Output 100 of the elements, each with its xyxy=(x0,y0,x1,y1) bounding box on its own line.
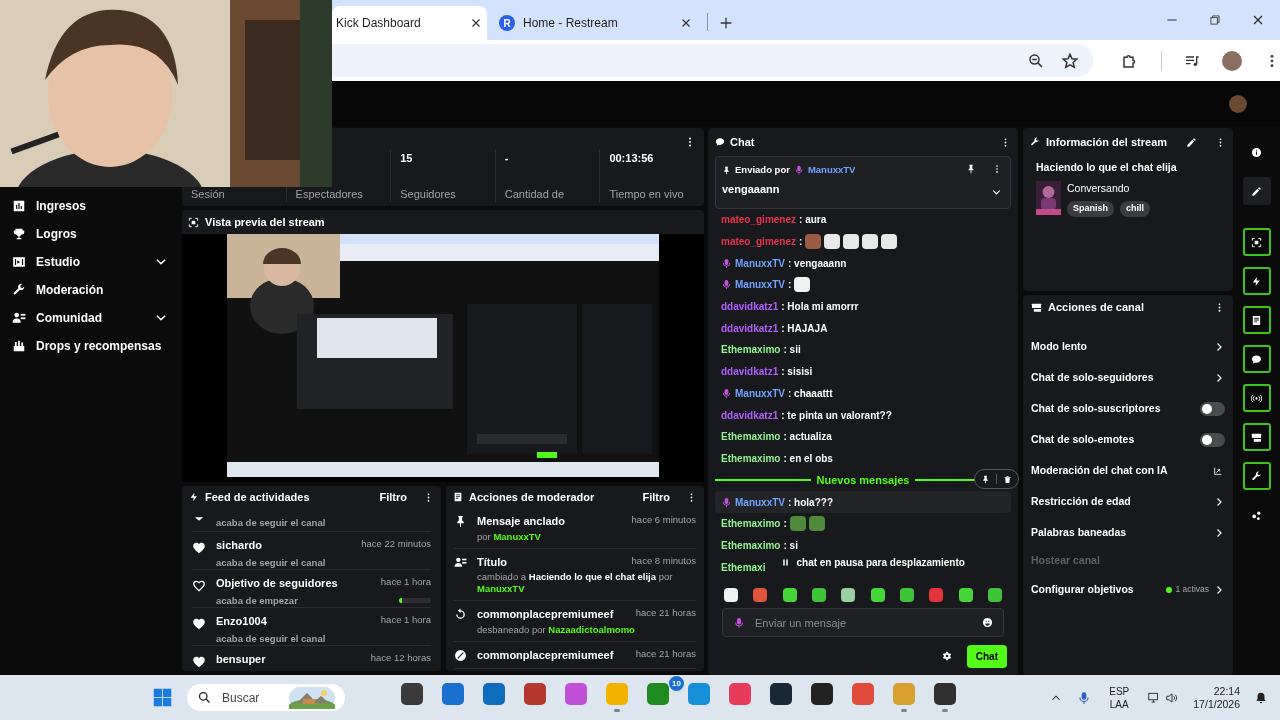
chat-message[interactable]: Ethemaximo : sii xyxy=(715,339,1011,361)
message-input[interactable]: Enviar un mensaje xyxy=(755,612,972,633)
browser-tab[interactable]: R Home - Restream xyxy=(487,6,705,40)
emote-icon[interactable] xyxy=(987,588,1002,602)
star-icon[interactable] xyxy=(1061,51,1079,70)
app-icon[interactable] xyxy=(811,683,833,705)
chat-message[interactable]: Ethemaximo : actualiza xyxy=(715,425,1011,448)
sidebar-button[interactable] xyxy=(1242,345,1271,373)
message-field[interactable]: Enviar un mensaje xyxy=(722,608,1004,637)
send-button[interactable]: Chat xyxy=(966,644,1007,668)
app-icon[interactable] xyxy=(770,683,792,705)
panel-title: Chat xyxy=(730,134,756,150)
chat-message[interactable]: ddavidkatz1 : sisisi xyxy=(715,360,1011,383)
avatar[interactable] xyxy=(1222,50,1242,71)
chat-message[interactable]: ManuxxTV : chaaattt xyxy=(715,382,1011,405)
emoji-icon[interactable] xyxy=(982,617,993,628)
chat-message[interactable]: ddavidkatz1 : te pinta un valorant?? xyxy=(715,404,1011,426)
chat-message[interactable]: mateo_gimenez : xyxy=(715,230,1011,253)
nav-item[interactable]: Ingresos xyxy=(12,192,168,220)
chat-message[interactable]: ddavidkatz1 : HAJAJA xyxy=(715,317,1011,340)
channel-action[interactable]: Modo lento xyxy=(1031,331,1225,362)
emote-icon[interactable] xyxy=(812,588,826,602)
app-icon[interactable] xyxy=(401,683,423,705)
pin-icon[interactable] xyxy=(981,474,990,484)
edit-icon[interactable] xyxy=(1186,136,1197,148)
delete-icon[interactable] xyxy=(1003,474,1012,484)
sidebar-button[interactable] xyxy=(1242,423,1271,451)
feed-subtitle: acaba de seguir el canal xyxy=(216,631,326,646)
emote-icon[interactable] xyxy=(753,588,768,602)
bell-icon[interactable] xyxy=(1254,690,1268,705)
username-link[interactable]: Nazaadictoalmomo xyxy=(548,623,635,635)
chat-message[interactable]: ddavidkatz1 : Hola mi amorrr xyxy=(715,295,1011,318)
feed-title: Objetivo de seguidores xyxy=(216,576,338,591)
emote-icon[interactable] xyxy=(870,588,885,602)
nav-item[interactable]: Logros xyxy=(12,220,168,248)
filter-button[interactable]: Filtro xyxy=(379,488,407,506)
emote-icon[interactable] xyxy=(958,588,973,602)
language-indicator[interactable]: ESP LAA xyxy=(1105,684,1134,711)
feed-subtitle: acaba de seguir el canal xyxy=(216,555,326,570)
start-icon[interactable] xyxy=(152,687,173,708)
restore-icon[interactable] xyxy=(1208,13,1222,27)
microphone-icon[interactable] xyxy=(1077,690,1092,705)
edit-icon xyxy=(1251,185,1262,197)
emote-icon[interactable] xyxy=(782,588,797,602)
heart-icon xyxy=(192,655,206,669)
sidebar-button[interactable] xyxy=(1242,228,1271,256)
app-icon[interactable] xyxy=(934,683,956,705)
notification-badge: 10 xyxy=(669,676,684,691)
chat-message[interactable]: ManuxxTV : hola??? xyxy=(715,491,1011,513)
chat-message[interactable]: ManuxxTV : vengaaann xyxy=(715,252,1011,275)
nav-item[interactable]: Estudio xyxy=(12,248,168,276)
avatar[interactable] xyxy=(1229,94,1247,113)
tag[interactable]: Spanish xyxy=(1067,200,1114,217)
chat-message[interactable]: Ethemaxi xyxy=(715,556,772,578)
channel-action[interactable]: Palabras baneadas xyxy=(1031,517,1225,548)
sidebar-button[interactable] xyxy=(1242,306,1271,334)
channel-action[interactable]: Moderación del chat con IA xyxy=(1031,455,1225,486)
toggle-switch[interactable] xyxy=(1200,432,1225,447)
filter-button[interactable]: Filtro xyxy=(642,488,670,506)
chat-message[interactable]: Ethemaximo : si xyxy=(715,534,1011,557)
sidebar-button[interactable] xyxy=(1242,462,1271,490)
nav-item[interactable]: Drops y recompensas xyxy=(12,332,168,360)
nav-item[interactable]: Comunidad xyxy=(12,304,168,332)
toggle-switch[interactable] xyxy=(1200,401,1225,416)
volume-icon[interactable] xyxy=(1165,690,1180,705)
search-field[interactable]: Buscar xyxy=(187,684,345,711)
tag[interactable]: chill xyxy=(1120,200,1151,217)
pinned-message[interactable]: Enviado por ManuxxTV vengaaann xyxy=(715,156,1011,209)
channel-action[interactable]: Restricción de edad xyxy=(1031,486,1225,517)
nav-item[interactable]: Moderación xyxy=(12,276,168,304)
sidebar-button[interactable] xyxy=(1242,267,1271,295)
emote-icon[interactable] xyxy=(724,588,738,602)
chevron-icon[interactable] xyxy=(991,187,1002,198)
emote-icon[interactable] xyxy=(841,588,856,602)
username-link[interactable]: ManuxxTV xyxy=(493,530,541,542)
clock[interactable]: 22:14 17/1/2026 xyxy=(1193,684,1240,711)
chat-message[interactable]: Ethemaximo : en el obs xyxy=(715,447,1011,470)
channel-action[interactable]: Chat de solo-seguidores xyxy=(1031,362,1225,393)
sidebar-button[interactable] xyxy=(1242,384,1271,412)
stat-label: Sesión xyxy=(191,186,226,202)
action-title: commonplacepremiumeef xyxy=(477,607,614,622)
panel-title: Acciones de moderador xyxy=(469,489,596,505)
stream-title: Haciendo lo que el chat elija xyxy=(1036,160,1178,175)
zoom-out-icon[interactable] xyxy=(1027,51,1045,70)
chat-message[interactable]: Ethemaximo : xyxy=(715,512,1011,535)
channel-action[interactable]: Chat de solo-suscriptores xyxy=(1031,393,1225,424)
channel-action[interactable]: Chat de solo-emotes xyxy=(1031,424,1225,455)
wrench-icon xyxy=(1251,470,1262,482)
browser-tab[interactable]: Kick Dashboard xyxy=(332,6,487,40)
chat-message[interactable]: mateo_gimenez : aura xyxy=(715,209,1011,231)
username-link[interactable]: ManuxxTV xyxy=(477,583,525,594)
feed-title: Enzo1004 xyxy=(216,614,267,629)
new-tab-icon[interactable] xyxy=(718,15,734,31)
user-card-icon xyxy=(454,555,467,569)
sidebar-button[interactable] xyxy=(1242,177,1271,205)
panel-title: Vista previa del stream xyxy=(205,214,325,230)
chat-message[interactable]: ManuxxTV : xyxy=(715,274,1011,296)
emote-icon[interactable] xyxy=(899,588,914,602)
settings-icon[interactable] xyxy=(941,651,952,661)
channel-action[interactable]: Configurar objetivos 1 activas xyxy=(1031,574,1225,605)
